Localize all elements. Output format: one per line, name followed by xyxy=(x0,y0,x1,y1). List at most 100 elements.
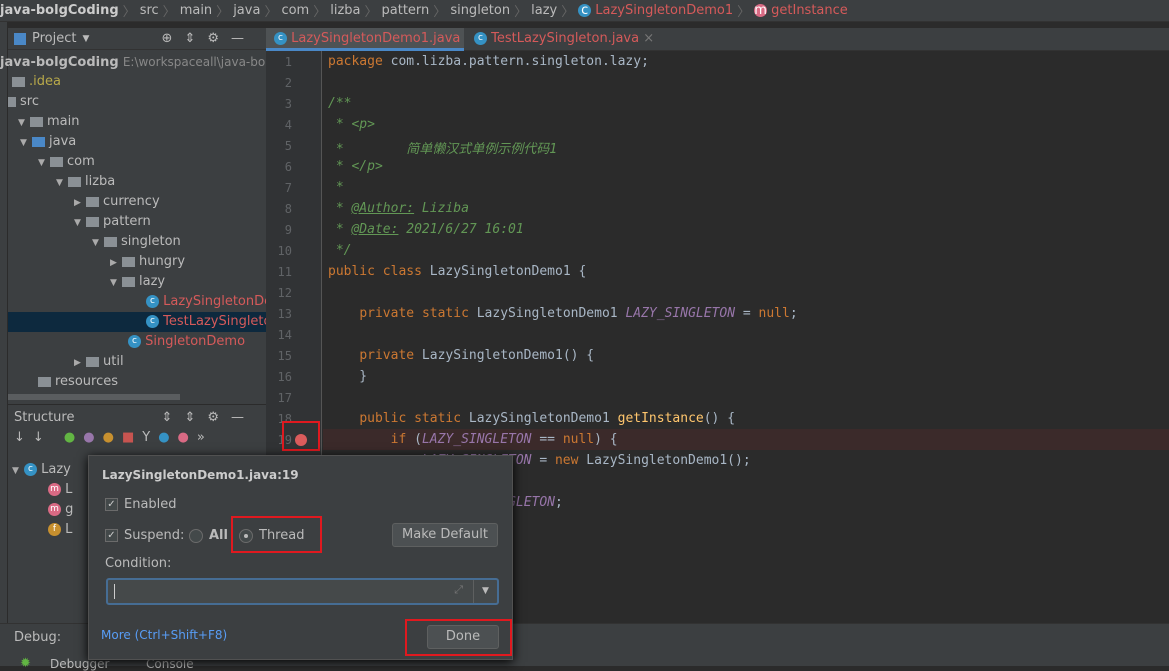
tree-item-com[interactable]: ▼ com xyxy=(38,152,95,172)
tool-window-stripe xyxy=(0,22,8,666)
package-icon xyxy=(104,236,117,247)
code-line[interactable]: private static LazySingletonDemo1 LAZY_S… xyxy=(328,306,797,321)
class-icon: c xyxy=(24,463,37,476)
dropdown-arrow-icon[interactable]: ▼ xyxy=(473,580,497,603)
crumb-class[interactable]: LazySingletonDemo1 xyxy=(595,3,733,18)
code-line[interactable]: */ xyxy=(328,243,352,258)
line-number: 5 xyxy=(284,139,292,153)
code-line[interactable]: private LazySingletonDemo1() { xyxy=(328,348,594,363)
structure-member[interactable]: m L xyxy=(48,480,72,500)
structure-header: Structure ⇕⇕⚙— xyxy=(8,406,266,428)
tree-item-lazy[interactable]: ▼ lazy xyxy=(110,272,165,292)
tree-item-singletondemo[interactable]: c SingletonDemo xyxy=(128,332,245,352)
more-link[interactable]: More (Ctrl+Shift+F8) xyxy=(101,628,227,642)
horizontal-scrollbar[interactable] xyxy=(8,394,180,400)
code-line[interactable]: /** xyxy=(328,96,351,111)
tree-item-java[interactable]: ▼ java xyxy=(20,132,76,152)
line-number: 10 xyxy=(277,244,292,258)
class-icon: c xyxy=(146,315,159,328)
code-line[interactable]: if (LAZY_SINGLETON == null) { xyxy=(328,432,618,447)
crumb[interactable]: main xyxy=(180,3,212,18)
tab-testlazysingleton[interactable]: c TestLazySingleton.java × xyxy=(466,28,656,51)
code-line[interactable]: * @Date: 2021/6/27 16:01 xyxy=(328,222,524,237)
tree-item-testlazysingleton[interactable]: c TestLazySingleton xyxy=(8,312,280,332)
code-line[interactable]: * xyxy=(328,180,344,195)
highlight-box-thread xyxy=(231,516,322,553)
line-number: 3 xyxy=(284,97,292,111)
structure-root[interactable]: ▼ c Lazy xyxy=(12,460,71,480)
code-line[interactable]: public static LazySingletonDemo1 getInst… xyxy=(328,411,735,426)
line-number: 12 xyxy=(277,286,292,300)
tree-item-singleton[interactable]: ▼ singleton xyxy=(92,232,181,252)
debug-label: Debug: xyxy=(14,630,62,645)
package-icon xyxy=(122,276,135,287)
project-view-selector[interactable]: Project xyxy=(32,31,76,46)
tree-item-lizba[interactable]: ▼ lizba xyxy=(56,172,115,192)
highlight-box-done xyxy=(405,619,512,656)
line-number: 8 xyxy=(284,202,292,216)
line-number: 7 xyxy=(284,181,292,195)
structure-actions-icons[interactable]: ⇕⇕⚙— xyxy=(162,410,256,425)
structure-toolbar-icons[interactable]: ↓↓ ●●●■Y●●» xyxy=(14,430,213,445)
crumb-method[interactable]: getInstance xyxy=(771,3,848,18)
highlight-box-breakpoint xyxy=(282,421,320,451)
crumb[interactable]: lizba xyxy=(330,3,360,18)
crumb[interactable]: com xyxy=(281,3,309,18)
project-icon xyxy=(14,32,26,45)
line-number: 1 xyxy=(284,55,292,69)
folder-icon xyxy=(8,96,16,107)
line-number: 13 xyxy=(277,307,292,321)
line-number: 15 xyxy=(277,349,292,363)
editor-tabs: c LazySingletonDemo1.java × c TestLazySi… xyxy=(266,28,1169,68)
condition-input[interactable]: ⤢ ▼ xyxy=(106,578,499,605)
tree-item-currency[interactable]: ▶ currency xyxy=(74,192,160,212)
close-icon[interactable]: × xyxy=(643,31,654,46)
code-line[interactable]: * <p> xyxy=(328,117,375,132)
code-line[interactable]: package com.lizba.pattern.singleton.lazy… xyxy=(328,54,649,69)
folder-icon xyxy=(12,76,25,87)
crumb[interactable]: lazy xyxy=(531,3,557,18)
suspend-checkbox[interactable]: ✓ Suspend: xyxy=(105,528,184,543)
code-line[interactable]: } xyxy=(328,369,367,384)
package-icon xyxy=(86,196,99,207)
crumb[interactable]: java xyxy=(233,3,260,18)
method-icon: m xyxy=(754,3,768,18)
enabled-checkbox[interactable]: ✓ Enabled xyxy=(105,497,177,512)
line-number: 4 xyxy=(284,118,292,132)
tree-item-resources[interactable]: resources xyxy=(38,372,118,392)
tree-item-src[interactable]: src xyxy=(8,92,39,112)
package-icon xyxy=(86,216,99,227)
panel-actions-icons[interactable]: ⊕⇕⚙— xyxy=(162,31,256,46)
code-line[interactable]: * </p> xyxy=(328,159,383,174)
structure-member[interactable]: m g xyxy=(48,500,73,520)
radio-all[interactable]: All xyxy=(189,528,228,543)
package-icon xyxy=(86,356,99,367)
crumb[interactable]: pattern xyxy=(382,3,430,18)
code-line[interactable]: public class LazySingletonDemo1 { xyxy=(328,264,586,279)
crumb[interactable]: singleton xyxy=(450,3,510,18)
class-icon: c xyxy=(474,32,487,45)
folder-icon xyxy=(32,136,45,147)
expand-icon[interactable]: ⤢ xyxy=(454,583,463,597)
tree-item-idea[interactable]: .idea xyxy=(12,72,61,92)
tree-item-pattern[interactable]: ▼ pattern xyxy=(74,212,151,232)
tree-item-util[interactable]: ▶ util xyxy=(74,352,124,372)
crumb[interactable]: src xyxy=(140,3,159,18)
folder-icon xyxy=(30,116,43,127)
tree-item-hungry[interactable]: ▶ hungry xyxy=(110,252,185,272)
code-line[interactable]: * 简单懒汉式单例示例代码1 xyxy=(328,138,557,157)
class-icon: c xyxy=(274,32,287,45)
root-name: java-bolgCoding xyxy=(0,55,119,70)
tree-item-main[interactable]: ▼ main xyxy=(18,112,79,132)
tab-lazysingletondemo1[interactable]: c LazySingletonDemo1.java × xyxy=(266,28,464,68)
bug-icon: ✹ xyxy=(20,656,31,671)
method-icon: m xyxy=(48,483,61,496)
line-number: 14 xyxy=(277,328,292,342)
package-icon xyxy=(122,256,135,267)
make-default-button[interactable]: Make Default xyxy=(392,523,498,547)
crumb-project[interactable]: java-bolgCoding xyxy=(0,3,119,18)
popup-title: LazySingletonDemo1.java:19 xyxy=(102,468,299,482)
code-line[interactable]: * @Author: Liziba xyxy=(328,201,469,216)
line-number: 11 xyxy=(277,265,292,279)
structure-member[interactable]: f L xyxy=(48,520,72,540)
